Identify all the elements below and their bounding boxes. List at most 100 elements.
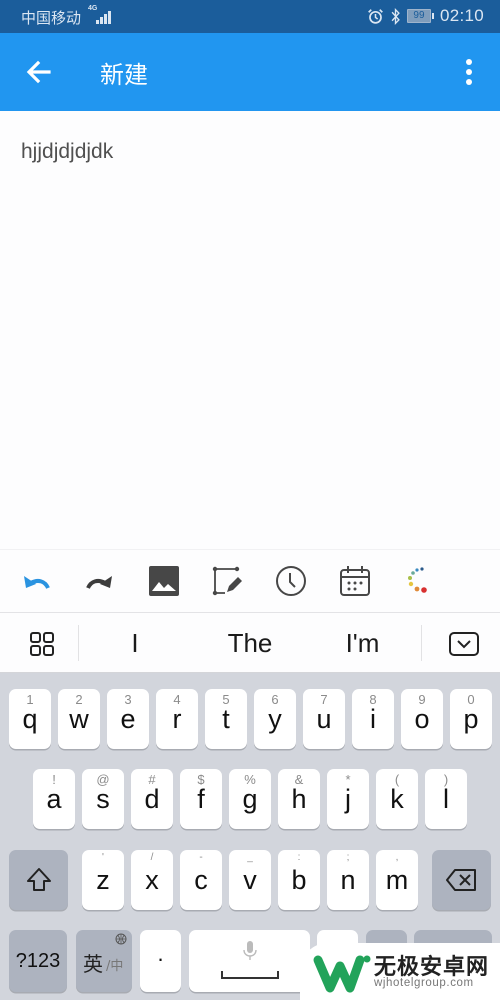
color-palette-icon [408,567,427,593]
space-key[interactable] [189,930,310,992]
insert-time-button[interactable] [274,564,308,598]
key-q[interactable]: 1q [9,689,51,749]
key-secondary-label: ; [346,852,350,863]
back-button[interactable] [22,55,56,89]
key-label: j [345,784,351,814]
key-label: u [316,704,332,734]
backspace-key[interactable] [432,850,491,910]
key-label: s [96,784,110,814]
collapse-keyboard-button[interactable] [448,631,480,657]
key-x[interactable]: / x [131,850,173,910]
key-z[interactable]: ' z [82,850,124,910]
shift-key[interactable] [9,850,68,910]
symbols-key[interactable]: ?123 [9,930,67,992]
battery-icon: 99 [406,9,434,23]
key-label: h [291,784,307,814]
key-f[interactable]: $ f [180,769,222,829]
bluetooth-icon [391,7,400,25]
key-label: d [144,784,160,814]
arrow-left-icon [26,60,51,84]
key-label: t [222,704,230,734]
keyboard-collapse-icon [449,632,479,656]
alarm-icon [368,8,383,24]
page-title: 新建 [100,61,148,89]
status-icons: 99 02:10 [367,6,484,26]
key-y[interactable]: 6y [254,689,296,749]
suggestion-word[interactable]: I [100,628,170,659]
key-d[interactable]: # d [131,769,173,829]
redo-button[interactable] [83,564,117,598]
key-l[interactable]: ) l [425,769,467,829]
key-label: q [22,704,38,734]
carrier-name: 中国移动 [21,9,82,27]
key-m[interactable]: ,m [376,850,418,910]
language-alt-label: /中 [106,959,124,974]
image-icon [149,566,179,596]
key-label: l [443,784,449,814]
key-u[interactable]: 7u [303,689,345,749]
draw-button[interactable] [210,564,244,598]
status-bar: 中国移动 4G 99 02:10 [0,0,500,33]
key-j[interactable]: * j [327,769,369,829]
language-switch-key[interactable]: 英 /中 [76,930,132,992]
more-options-button[interactable] [456,55,482,89]
key-h[interactable]: & h [278,769,320,829]
period-label: · [156,946,165,971]
key-label: a [46,784,62,814]
shift-icon [26,868,51,891]
insert-date-button[interactable] [338,564,372,598]
key-label: g [242,784,258,814]
watermark-url: wjhotelgroup.com [374,977,474,989]
key-i[interactable]: 8i [352,689,394,749]
undo-icon [24,576,50,589]
key-k[interactable]: (k [376,769,418,829]
key-secondary-label: - [199,852,203,863]
key-secondary-label: _ [247,852,253,863]
key-o[interactable]: 9o [401,689,443,749]
key-p[interactable]: 0p [450,689,492,749]
key-secondary-label: : [297,852,301,863]
draw-icon [212,566,242,596]
key-secondary-label: / [150,852,154,863]
period-key[interactable]: · [140,930,181,992]
key-s[interactable]: @ s [82,769,124,829]
key-secondary-label: ' [102,852,104,863]
calendar-icon [340,566,370,596]
watermark-logo-icon [313,955,371,993]
suggestion-word[interactable]: The [210,628,290,659]
language-label: 英 [83,952,103,976]
insert-image-button[interactable] [147,564,181,598]
space-bar-icon [221,971,279,979]
key-w[interactable]: 2w [58,689,100,749]
key-label: o [414,704,430,734]
key-label: v [243,865,257,895]
key-label: i [370,704,376,734]
backspace-icon [445,869,476,891]
key-v[interactable]: _ v [229,850,271,910]
key-label: e [120,704,136,734]
redo-icon [86,576,112,589]
key-label: k [390,784,404,814]
screen: 中国移动 4G 99 02:10 新建 hjjdjdjdjdk I The I'… [0,0,500,1000]
key-b[interactable]: :b [278,850,320,910]
key-t[interactable]: 5t [205,689,247,749]
keyboard-menu-button[interactable] [28,630,56,658]
key-n[interactable]: ; n [327,850,369,910]
key-label: m [385,865,409,895]
suggestion-word[interactable]: I'm [325,628,400,659]
clock-time: 02:10 [439,6,484,25]
battery-level: 99 [406,9,431,23]
key-e[interactable]: 3e [107,689,149,749]
suggestion-bar: I The I'm [0,613,500,673]
note-editor[interactable]: hjjdjdjdjdk [0,111,500,549]
more-vertical-icon [466,59,472,85]
color-button[interactable] [401,564,435,598]
globe-icon [115,933,127,945]
key-r[interactable]: 4r [156,689,198,749]
note-content[interactable]: hjjdjdjdjdk [21,140,113,164]
key-a[interactable]: ! a [33,769,75,829]
key-label: f [197,784,205,814]
undo-button[interactable] [19,564,53,598]
key-g[interactable]: % g [229,769,271,829]
key-c[interactable]: -c [180,850,222,910]
